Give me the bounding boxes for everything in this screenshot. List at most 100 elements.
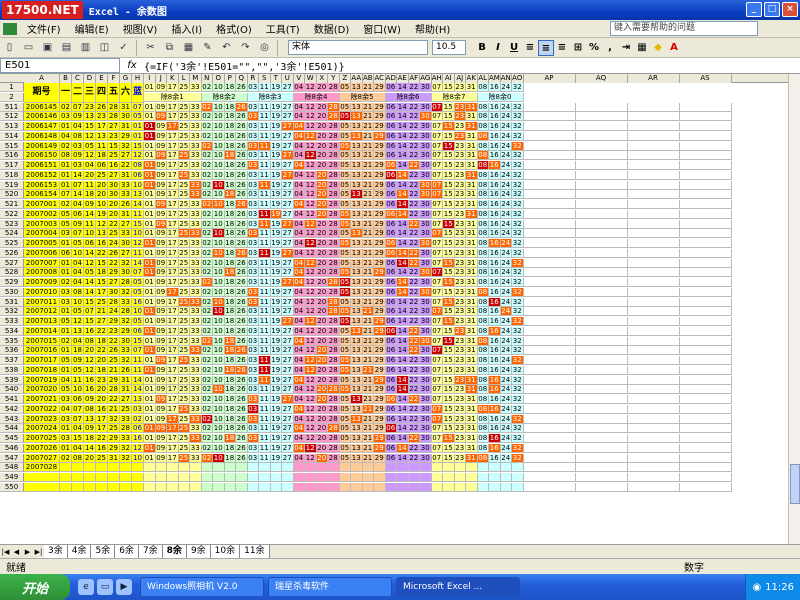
remainder-cell[interactable]: 19: [270, 229, 282, 239]
column-header-AC[interactable]: AC: [374, 74, 386, 83]
remainder-cell[interactable]: 02: [201, 239, 213, 248]
remainder-cell[interactable]: 28: [328, 356, 340, 365]
remainder-cell[interactable]: 15: [443, 131, 455, 141]
group-number-header[interactable]: 02: [201, 83, 213, 92]
draw-number[interactable]: 11: [72, 375, 84, 385]
column-header-AI[interactable]: AI: [443, 74, 455, 83]
spellcheck-icon[interactable]: ✓: [115, 40, 132, 56]
empty-cell[interactable]: [575, 453, 628, 463]
remainder-cell[interactable]: [190, 482, 202, 492]
empty-cell[interactable]: [627, 317, 680, 326]
remainder-cell[interactable]: 13: [351, 424, 363, 434]
remainder-cell[interactable]: 09: [155, 297, 167, 307]
empty-cell[interactable]: [679, 131, 732, 141]
draw-number[interactable]: 04: [72, 424, 84, 434]
remainder-cell[interactable]: 23: [454, 258, 466, 268]
column-header-AM[interactable]: AM: [489, 74, 501, 83]
remainder-cell[interactable]: [385, 473, 397, 482]
remainder-cell[interactable]: 21: [362, 112, 374, 122]
remainder-cell[interactable]: 03: [247, 375, 259, 385]
remainder-cell[interactable]: 19: [270, 278, 282, 287]
draw-number[interactable]: 11: [96, 141, 108, 151]
remainder-cell[interactable]: 29: [374, 170, 386, 180]
empty-cell[interactable]: [575, 395, 628, 404]
remainder-cell[interactable]: [397, 473, 409, 482]
column-header-D[interactable]: D: [84, 74, 96, 83]
remainder-cell[interactable]: 31: [466, 385, 478, 395]
remainder-cell[interactable]: 31: [466, 239, 478, 248]
row-header[interactable]: 534: [0, 326, 24, 336]
remainder-cell[interactable]: 33: [190, 317, 202, 326]
remainder-cell[interactable]: 12: [305, 268, 317, 278]
remainder-cell[interactable]: 10: [213, 141, 225, 151]
remainder-cell[interactable]: 01: [144, 278, 156, 287]
menu-item-4[interactable]: 格式(O): [209, 21, 259, 36]
issue-number[interactable]: 2007017: [24, 356, 60, 365]
draw-number[interactable]: 30: [120, 336, 132, 346]
row-header[interactable]: 526: [0, 248, 24, 258]
remainder-cell[interactable]: 15: [443, 141, 455, 151]
remainder-cell[interactable]: 07: [431, 161, 443, 170]
draw-number[interactable]: 31: [108, 453, 120, 463]
remainder-cell[interactable]: 11: [259, 326, 271, 336]
remainder-cell[interactable]: 31: [466, 356, 478, 365]
remainder-cell[interactable]: 29: [374, 317, 386, 326]
draw-number[interactable]: 21: [96, 307, 108, 317]
remainder-cell[interactable]: 12: [305, 395, 317, 404]
remainder-cell[interactable]: 32: [512, 443, 524, 453]
remainder-cell[interactable]: 33: [190, 336, 202, 346]
draw-number[interactable]: 32: [108, 414, 120, 424]
remainder-cell[interactable]: 16: [489, 131, 501, 141]
remainder-cell[interactable]: 25: [178, 180, 190, 190]
remainder-cell[interactable]: 33: [190, 424, 202, 434]
draw-number[interactable]: 02: [60, 141, 72, 151]
remainder-cell[interactable]: 23: [454, 404, 466, 414]
column-header-G[interactable]: G: [120, 74, 132, 83]
remainder-cell[interactable]: 30: [420, 443, 432, 453]
prev-sheet-icon[interactable]: ◀: [11, 548, 22, 556]
draw-number[interactable]: 25: [120, 404, 132, 414]
remainder-cell[interactable]: 02: [201, 180, 213, 190]
remainder-cell[interactable]: 08: [477, 346, 489, 356]
remainder-cell[interactable]: 19: [270, 297, 282, 307]
remainder-cell[interactable]: 07: [431, 307, 443, 317]
remainder-cell[interactable]: 16: [489, 297, 501, 307]
group-label-8[interactable]: 除8余0: [477, 92, 524, 102]
remainder-cell[interactable]: 28: [328, 424, 340, 434]
remainder-cell[interactable]: 11: [259, 307, 271, 317]
remainder-cell[interactable]: [328, 482, 340, 492]
remainder-cell[interactable]: 24: [500, 297, 512, 307]
remainder-cell[interactable]: 10: [213, 287, 225, 297]
remainder-cell[interactable]: 16: [489, 141, 501, 151]
remainder-cell[interactable]: [316, 463, 328, 473]
empty-cell[interactable]: [627, 219, 680, 229]
remainder-cell[interactable]: 07: [431, 395, 443, 404]
remainder-cell[interactable]: 17: [167, 434, 179, 443]
remainder-cell[interactable]: 30: [420, 395, 432, 404]
remainder-cell[interactable]: 26: [236, 229, 248, 239]
empty-cell[interactable]: [627, 424, 680, 434]
remainder-cell[interactable]: 28: [328, 161, 340, 170]
remainder-cell[interactable]: 13: [351, 151, 363, 161]
remainder-cell[interactable]: 28: [328, 287, 340, 297]
remainder-cell[interactable]: 03: [247, 122, 259, 131]
remainder-cell[interactable]: 16: [489, 278, 501, 287]
remainder-cell[interactable]: 28: [328, 297, 340, 307]
remainder-cell[interactable]: 31: [466, 248, 478, 258]
empty-cell[interactable]: [679, 414, 732, 424]
remainder-cell[interactable]: 20: [316, 161, 328, 170]
remainder-cell[interactable]: 27: [282, 229, 294, 239]
remainder-cell[interactable]: [190, 463, 202, 473]
remainder-cell[interactable]: 02: [201, 414, 213, 424]
remainder-cell[interactable]: 04: [293, 356, 305, 365]
remainder-cell[interactable]: 24: [500, 239, 512, 248]
remainder-cell[interactable]: 33: [190, 229, 202, 239]
issue-number[interactable]: 2007002: [24, 209, 60, 219]
remainder-cell[interactable]: 21: [362, 151, 374, 161]
remainder-cell[interactable]: 12: [305, 219, 317, 229]
remainder-cell[interactable]: 25: [178, 414, 190, 424]
remainder-cell[interactable]: 08: [477, 122, 489, 131]
draw-number[interactable]: 14: [84, 278, 96, 287]
remainder-cell[interactable]: 05: [339, 307, 351, 317]
remainder-cell[interactable]: 13: [351, 365, 363, 375]
